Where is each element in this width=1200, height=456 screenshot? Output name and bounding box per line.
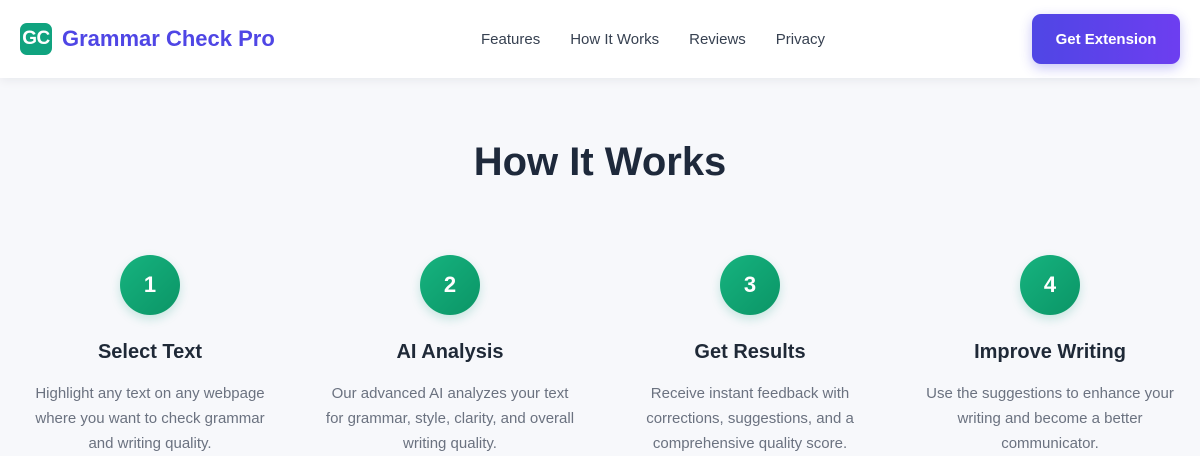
step-description: Highlight any text on any webpage where … (35, 385, 265, 452)
nav-link-privacy[interactable]: Privacy (776, 31, 825, 48)
step-card-ai-analysis: 2 AI Analysis Our advanced AI analyzes y… (300, 255, 600, 452)
steps-list: 1 Select Text Highlight any text on any … (0, 255, 1200, 452)
site-header: GC Grammar Check Pro Features How It Wor… (0, 0, 1200, 78)
step-card-improve-writing: 4 Improve Writing Use the suggestions to… (900, 255, 1200, 452)
step-title: AI Analysis (396, 341, 504, 363)
brand-name: Grammar Check Pro (62, 26, 275, 51)
step-card-select-text: 1 Select Text Highlight any text on any … (0, 255, 300, 452)
step-number-badge: 1 (120, 255, 180, 315)
step-number-badge: 4 (1020, 255, 1080, 315)
step-title: Get Results (694, 341, 806, 363)
step-title: Select Text (97, 341, 203, 363)
logo-icon: GC (20, 23, 52, 55)
step-card-get-results: 3 Get Results Receive instant feedback w… (600, 255, 900, 452)
nav-link-how-it-works[interactable]: How It Works (570, 31, 659, 48)
step-title: Improve Writing (974, 341, 1126, 363)
step-number-badge: 3 (720, 255, 780, 315)
main-nav: Features How It Works Reviews Privacy (481, 0, 825, 78)
nav-link-features[interactable]: Features (481, 31, 540, 48)
nav-link-reviews[interactable]: Reviews (689, 31, 746, 48)
step-description: Receive instant feedback with correction… (646, 385, 854, 452)
brand-logo-link[interactable]: GC Grammar Check Pro (20, 23, 275, 55)
step-description: Use the suggestions to enhance your writ… (926, 385, 1174, 452)
step-number-badge: 2 (420, 255, 480, 315)
section-title: How It Works (473, 140, 727, 184)
get-extension-button[interactable]: Get Extension (1032, 14, 1180, 64)
step-description: Our advanced AI analyzes your text for g… (325, 385, 575, 452)
